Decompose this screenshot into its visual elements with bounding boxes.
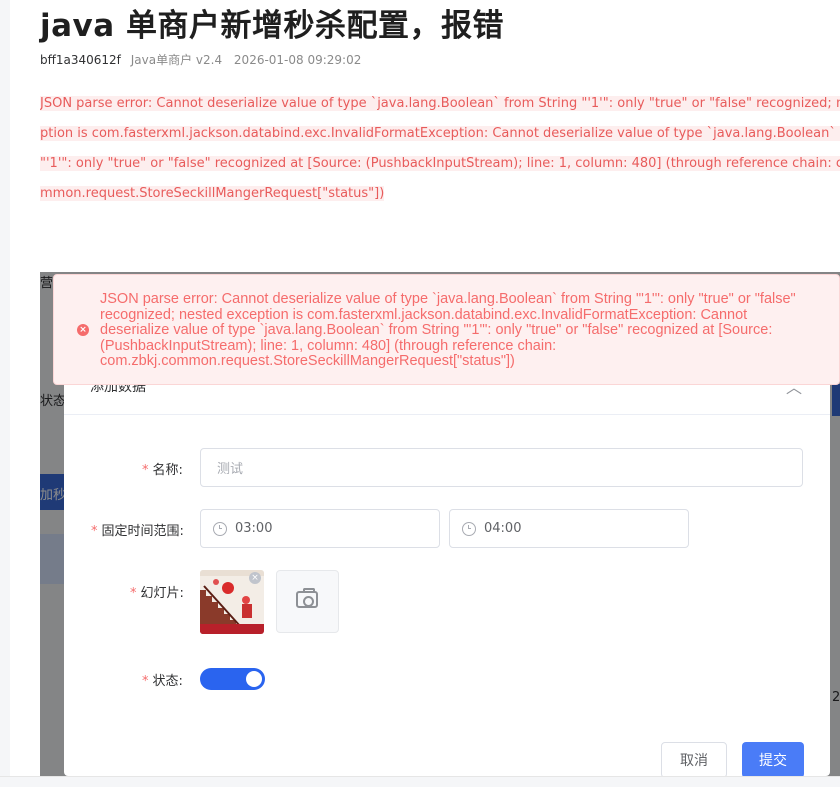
slides-label: * 幻灯片: — [130, 586, 184, 601]
status-toggle[interactable] — [200, 668, 265, 690]
bottom-strip — [0, 776, 840, 787]
clock-icon — [213, 521, 227, 536]
required-mark: * — [91, 524, 98, 539]
error-line: JSON parse error: Cannot deserialize val… — [40, 89, 840, 119]
required-mark: * — [142, 674, 149, 689]
name-input-value: 测试 — [217, 462, 244, 477]
product-tag[interactable]: Java单商户 v2.4 — [131, 53, 222, 67]
required-mark: * — [142, 463, 149, 478]
end-time-picker[interactable]: 04:00 — [449, 509, 689, 548]
post-timestamp: 2026-01-08 09:29:02 — [233, 53, 362, 67]
error-line: mmon.request.StoreSeckillMangerRequest["… — [40, 186, 385, 201]
name-input[interactable]: 测试 — [200, 448, 803, 487]
camera-icon — [296, 588, 318, 608]
post-meta: bff1a340612f Java单商户 v2.4 2026-01-08 09:… — [40, 51, 361, 68]
post-hash: bff1a340612f — [40, 53, 121, 67]
cancel-button[interactable]: 取消 — [661, 742, 727, 778]
start-time-value: 03:00 — [235, 521, 273, 536]
status-label: * 状态: — [142, 674, 183, 689]
error-line: ption is com.fasterxml.jackson.databind.… — [40, 119, 840, 149]
name-label: * 名称: — [142, 463, 183, 478]
required-mark: * — [130, 586, 137, 601]
start-time-picker[interactable]: 03:00 — [200, 509, 440, 548]
toast-message: JSON parse error: Cannot deserialize val… — [100, 291, 796, 369]
error-description: JSON parse error: Cannot deserialize val… — [40, 89, 840, 209]
end-time-value: 04:00 — [484, 521, 522, 536]
error-circle-icon: × — [77, 324, 89, 336]
post-title: java 单商户新增秒杀配置，报错 — [40, 8, 504, 44]
time-range-label: * 固定时间范围: — [91, 524, 184, 539]
left-rail — [0, 0, 10, 786]
upload-image-button[interactable] — [276, 570, 339, 633]
error-toast: × JSON parse error: Cannot deserialize v… — [53, 274, 840, 385]
clock-icon — [462, 521, 476, 536]
remove-image-icon[interactable]: × — [249, 572, 261, 584]
error-line: "'1'": only "true" or "false" recognized… — [40, 149, 840, 179]
add-data-dialog: 添加数据 ︿ * 名称: 测试 * 固定时间范围: 03:00 04:00 * 幻灯片… — [64, 360, 830, 778]
submit-button[interactable]: 提交 — [742, 742, 804, 778]
toggle-knob — [246, 671, 262, 687]
